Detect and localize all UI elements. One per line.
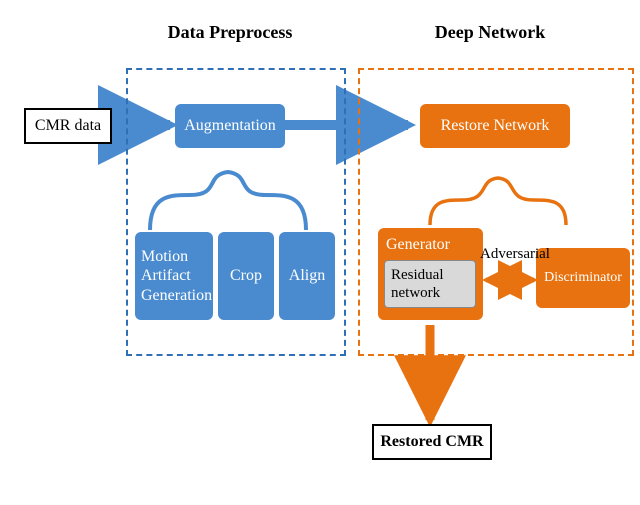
crop-node: Crop	[218, 232, 274, 320]
align-node: Align	[279, 232, 335, 320]
discriminator-node: Discriminator	[536, 248, 630, 308]
generator-node: Generator Residual network	[378, 228, 483, 320]
preprocess-section-title: Data Preprocess	[150, 22, 310, 43]
output-node: Restored CMR	[372, 424, 492, 460]
augmentation-node: Augmentation	[175, 104, 285, 148]
restore-network-node: Restore Network	[420, 104, 570, 148]
residual-network-node: Residual network	[384, 260, 476, 308]
input-node: CMR data	[24, 108, 112, 144]
deep-network-section-title: Deep Network	[410, 22, 570, 43]
adversarial-edge-label: Adversarial	[480, 246, 550, 263]
generator-label: Generator	[384, 234, 477, 260]
motion-artifact-node: Motion Artifact Generation	[135, 232, 213, 320]
